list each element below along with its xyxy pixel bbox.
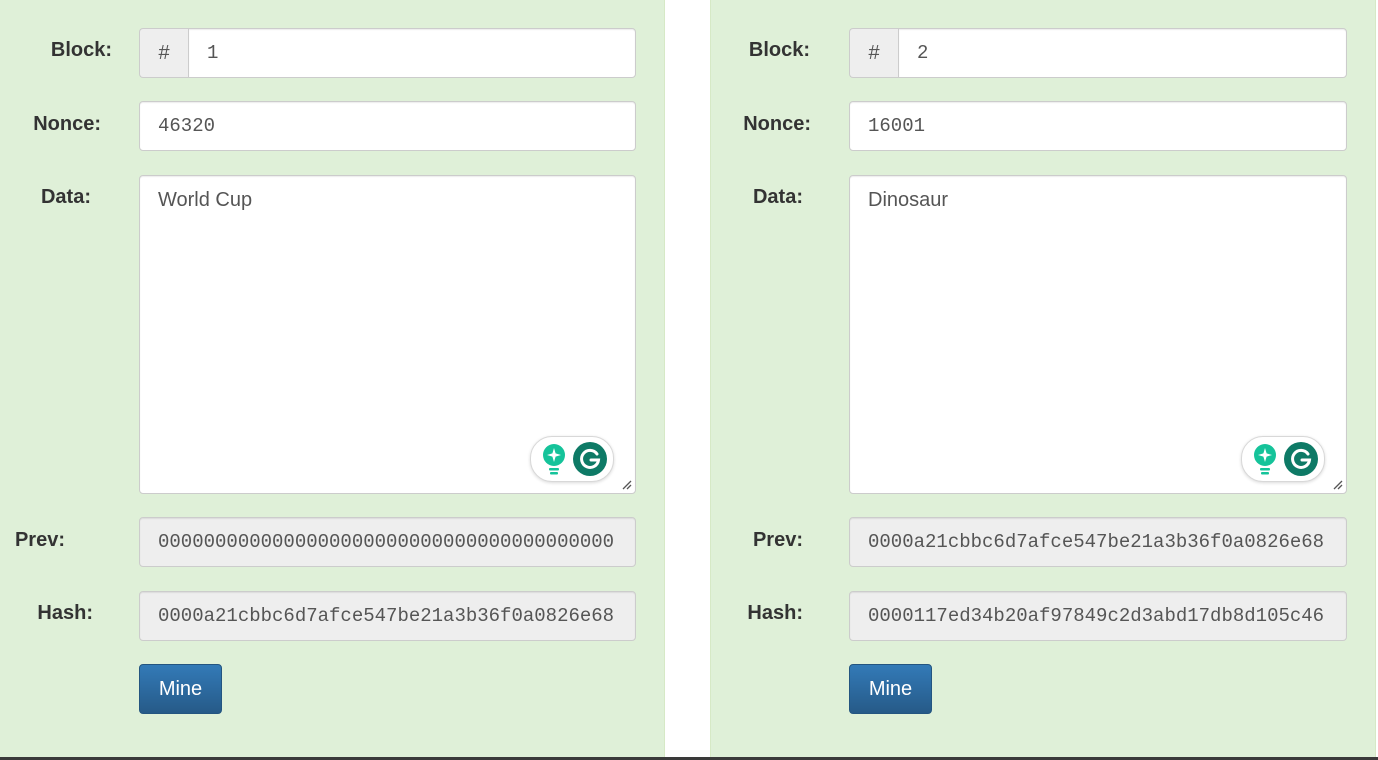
nonce-label: Nonce: [743,113,811,135]
grammarly-bulb-icon [543,444,565,475]
resize-handle-icon[interactable] [620,478,632,490]
mine-button[interactable]: Mine [849,664,932,714]
data-textarea[interactable]: Dinosaur [849,175,1347,494]
block-number-input[interactable]: 2 [898,28,1347,78]
block-number-addon: # [139,28,188,78]
prev-label: Prev: [752,529,803,551]
prev-hash-field: 0000000000000000000000000000000000000000 [139,517,636,567]
block-label: Block: [50,39,112,61]
data-textarea[interactable]: World Cup [139,175,636,494]
data-label: Data: [752,186,803,208]
mine-button[interactable]: Mine [139,664,222,714]
prev-hash-field: 0000a21cbbc6d7afce547be21a3b36f0a0826e68 [849,517,1347,567]
block-number-addon: # [849,28,898,78]
nonce-input[interactable]: 16001 [849,101,1347,151]
hash-field: 0000117ed34b20af97849c2d3abd17db8d105c46 [849,591,1347,641]
hash-label: Hash: [37,602,93,624]
hash-label: Hash: [747,602,803,624]
data-text: World Cup [158,189,253,211]
resize-handle-icon[interactable] [1331,478,1343,490]
nonce-input[interactable]: 46320 [139,101,636,151]
block-card-2: Block: # 2 Nonce: 16001 Data: Dinosaur P… [710,0,1376,758]
hash-field: 0000a21cbbc6d7afce547be21a3b36f0a0826e68 [139,591,636,641]
nonce-label: Nonce: [33,113,101,135]
grammarly-logo-icon [573,442,607,476]
block-label: Block: [748,39,810,61]
grammarly-logo-icon [1284,442,1318,476]
grammarly-bulb-icon [1254,444,1276,475]
prev-label: Prev: [14,529,65,551]
data-label: Data: [40,186,91,208]
block-number-input[interactable]: 1 [188,28,636,78]
data-text: Dinosaur [868,189,949,211]
grammarly-widget[interactable] [1241,436,1325,482]
block-card-1: Block: # 1 Nonce: 46320 Data: World Cup … [0,0,665,758]
grammarly-widget[interactable] [530,436,614,482]
